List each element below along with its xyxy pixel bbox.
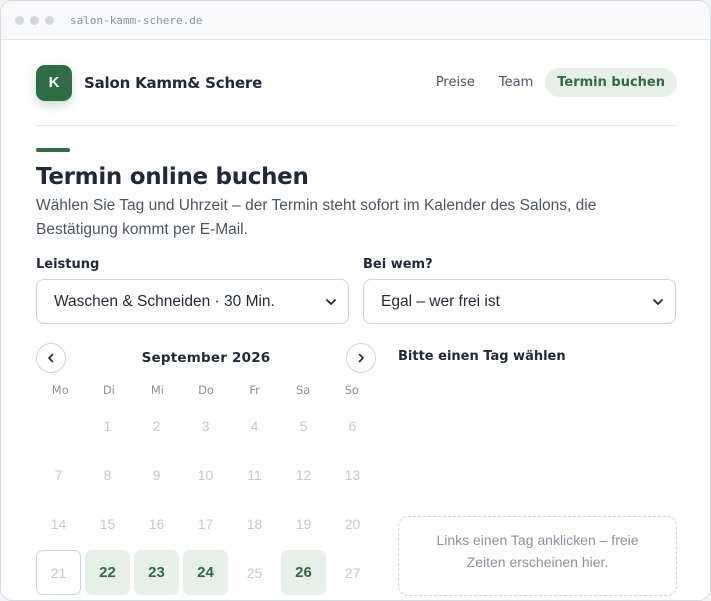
site-header: K Salon Kamm& Schere Preise Team Termin … xyxy=(36,40,677,126)
main-nav: Preise Team Termin buchen xyxy=(424,68,677,97)
calendar-day-2: 2 xyxy=(152,417,161,434)
browser-window: salon-kamm-schere.de K Salon Kamm& Scher… xyxy=(0,0,711,601)
calendar-day-22[interactable]: 22 xyxy=(85,550,130,595)
calendar-month: September 2026 xyxy=(141,350,271,366)
calendar-day-4: 4 xyxy=(250,417,259,434)
calendar-day-6: 6 xyxy=(348,417,357,434)
previous-month-button[interactable] xyxy=(36,343,66,373)
calendar-day-14: 14 xyxy=(50,515,67,532)
next-month-button[interactable] xyxy=(346,343,376,373)
calendar-day-17: 17 xyxy=(197,515,214,532)
calendar-day-18: 18 xyxy=(246,515,263,532)
chevron-right-icon xyxy=(358,353,364,363)
calendar-day-8: 8 xyxy=(103,466,112,483)
browser-toolbar: salon-kamm-schere.de xyxy=(1,1,710,40)
page-title: Termin online buchen xyxy=(36,164,309,190)
staff-field: Bei wem? Egal – wer frei ist xyxy=(363,257,676,324)
calendar-day-7: 7 xyxy=(54,466,63,483)
calendar-day-23[interactable]: 23 xyxy=(134,550,179,595)
weekday-label: Mo xyxy=(51,383,69,397)
calendar-day-11: 11 xyxy=(247,466,262,483)
calendar-day-13: 13 xyxy=(344,466,361,483)
calendar-header: September 2026 xyxy=(36,343,376,373)
chevron-down-icon xyxy=(653,298,663,305)
weekday-header: Mo Di Mi Do Fr Sa So xyxy=(36,383,376,397)
brand-name: Salon Kamm& Schere xyxy=(84,73,263,92)
calendar-day-27: 27 xyxy=(344,564,361,581)
calendar-day-20: 20 xyxy=(344,515,361,532)
calendar-day-12: 12 xyxy=(295,466,312,483)
staff-label: Bei wem? xyxy=(363,257,433,272)
address-bar[interactable]: salon-kamm-schere.de xyxy=(70,14,202,27)
booking-fields: Leistung Waschen & Schneiden · 30 Min. B… xyxy=(36,257,677,324)
time-slots-title: Bitte einen Tag wählen xyxy=(398,349,566,364)
service-select[interactable]: Waschen & Schneiden · 30 Min. xyxy=(36,279,349,324)
time-slots-hint: Links einen Tag anklicken – freie Zeiten… xyxy=(398,516,677,596)
weekday-label: Fr xyxy=(249,383,260,397)
nav-link-termin-buchen[interactable]: Termin buchen xyxy=(545,68,677,97)
calendar-day-26[interactable]: 26 xyxy=(281,550,326,595)
booking-lower: September 2026 Mo Di Mi Do Fr Sa So 1234567891… xyxy=(36,343,677,599)
calendar-day-10: 10 xyxy=(197,466,214,483)
calendar-day-1: 1 xyxy=(103,417,112,434)
staff-select-value: Egal – wer frei ist xyxy=(381,292,500,310)
calendar-day-5: 5 xyxy=(299,417,308,434)
calendar-day-16: 16 xyxy=(148,515,165,532)
window-dot-close[interactable] xyxy=(15,15,24,25)
calendar: September 2026 Mo Di Mi Do Fr Sa So 1234567891… xyxy=(36,343,376,599)
weekday-label: Do xyxy=(198,383,214,397)
calendar-day-19: 19 xyxy=(295,515,312,532)
nav-link-preise[interactable]: Preise xyxy=(424,68,487,97)
service-label: Leistung xyxy=(36,257,100,272)
weekday-label: Sa xyxy=(296,383,311,397)
title-accent-bar xyxy=(36,148,70,152)
calendar-day-grid: 1 2 3 4 5 6 7 8 9 10 11 12 13 14 15 16 17 18 19 20 21 22 23 24 2… xyxy=(36,403,379,599)
nav-link-team[interactable]: Team xyxy=(487,68,545,97)
staff-select[interactable]: Egal – wer frei ist xyxy=(363,279,676,324)
weekday-label: Mi xyxy=(150,383,164,397)
calendar-day-21: 21 xyxy=(36,550,81,595)
calendar-day-25: 25 xyxy=(246,564,263,581)
calendar-day-15: 15 xyxy=(99,515,116,532)
time-slots-panel: Bitte einen Tag wählen Links einen Tag a… xyxy=(398,343,677,599)
calendar-day-24[interactable]: 24 xyxy=(183,550,228,595)
chevron-left-icon xyxy=(48,353,54,363)
service-field: Leistung Waschen & Schneiden · 30 Min. xyxy=(36,257,349,324)
window-dot-minimize[interactable] xyxy=(30,15,39,25)
chevron-down-icon xyxy=(326,298,336,305)
window-dot-maximize[interactable] xyxy=(45,15,54,25)
logo[interactable]: K xyxy=(36,64,72,101)
weekday-label: So xyxy=(344,383,359,397)
intro-text: Wählen Sie Tag und Uhrzeit – der Termin … xyxy=(36,197,597,238)
service-select-value: Waschen & Schneiden · 30 Min. xyxy=(54,292,275,310)
page-content: K Salon Kamm& Schere Preise Team Termin … xyxy=(36,40,677,599)
calendar-day-3: 3 xyxy=(201,417,210,434)
calendar-day-9: 9 xyxy=(152,466,161,483)
weekday-label: Di xyxy=(102,383,115,397)
